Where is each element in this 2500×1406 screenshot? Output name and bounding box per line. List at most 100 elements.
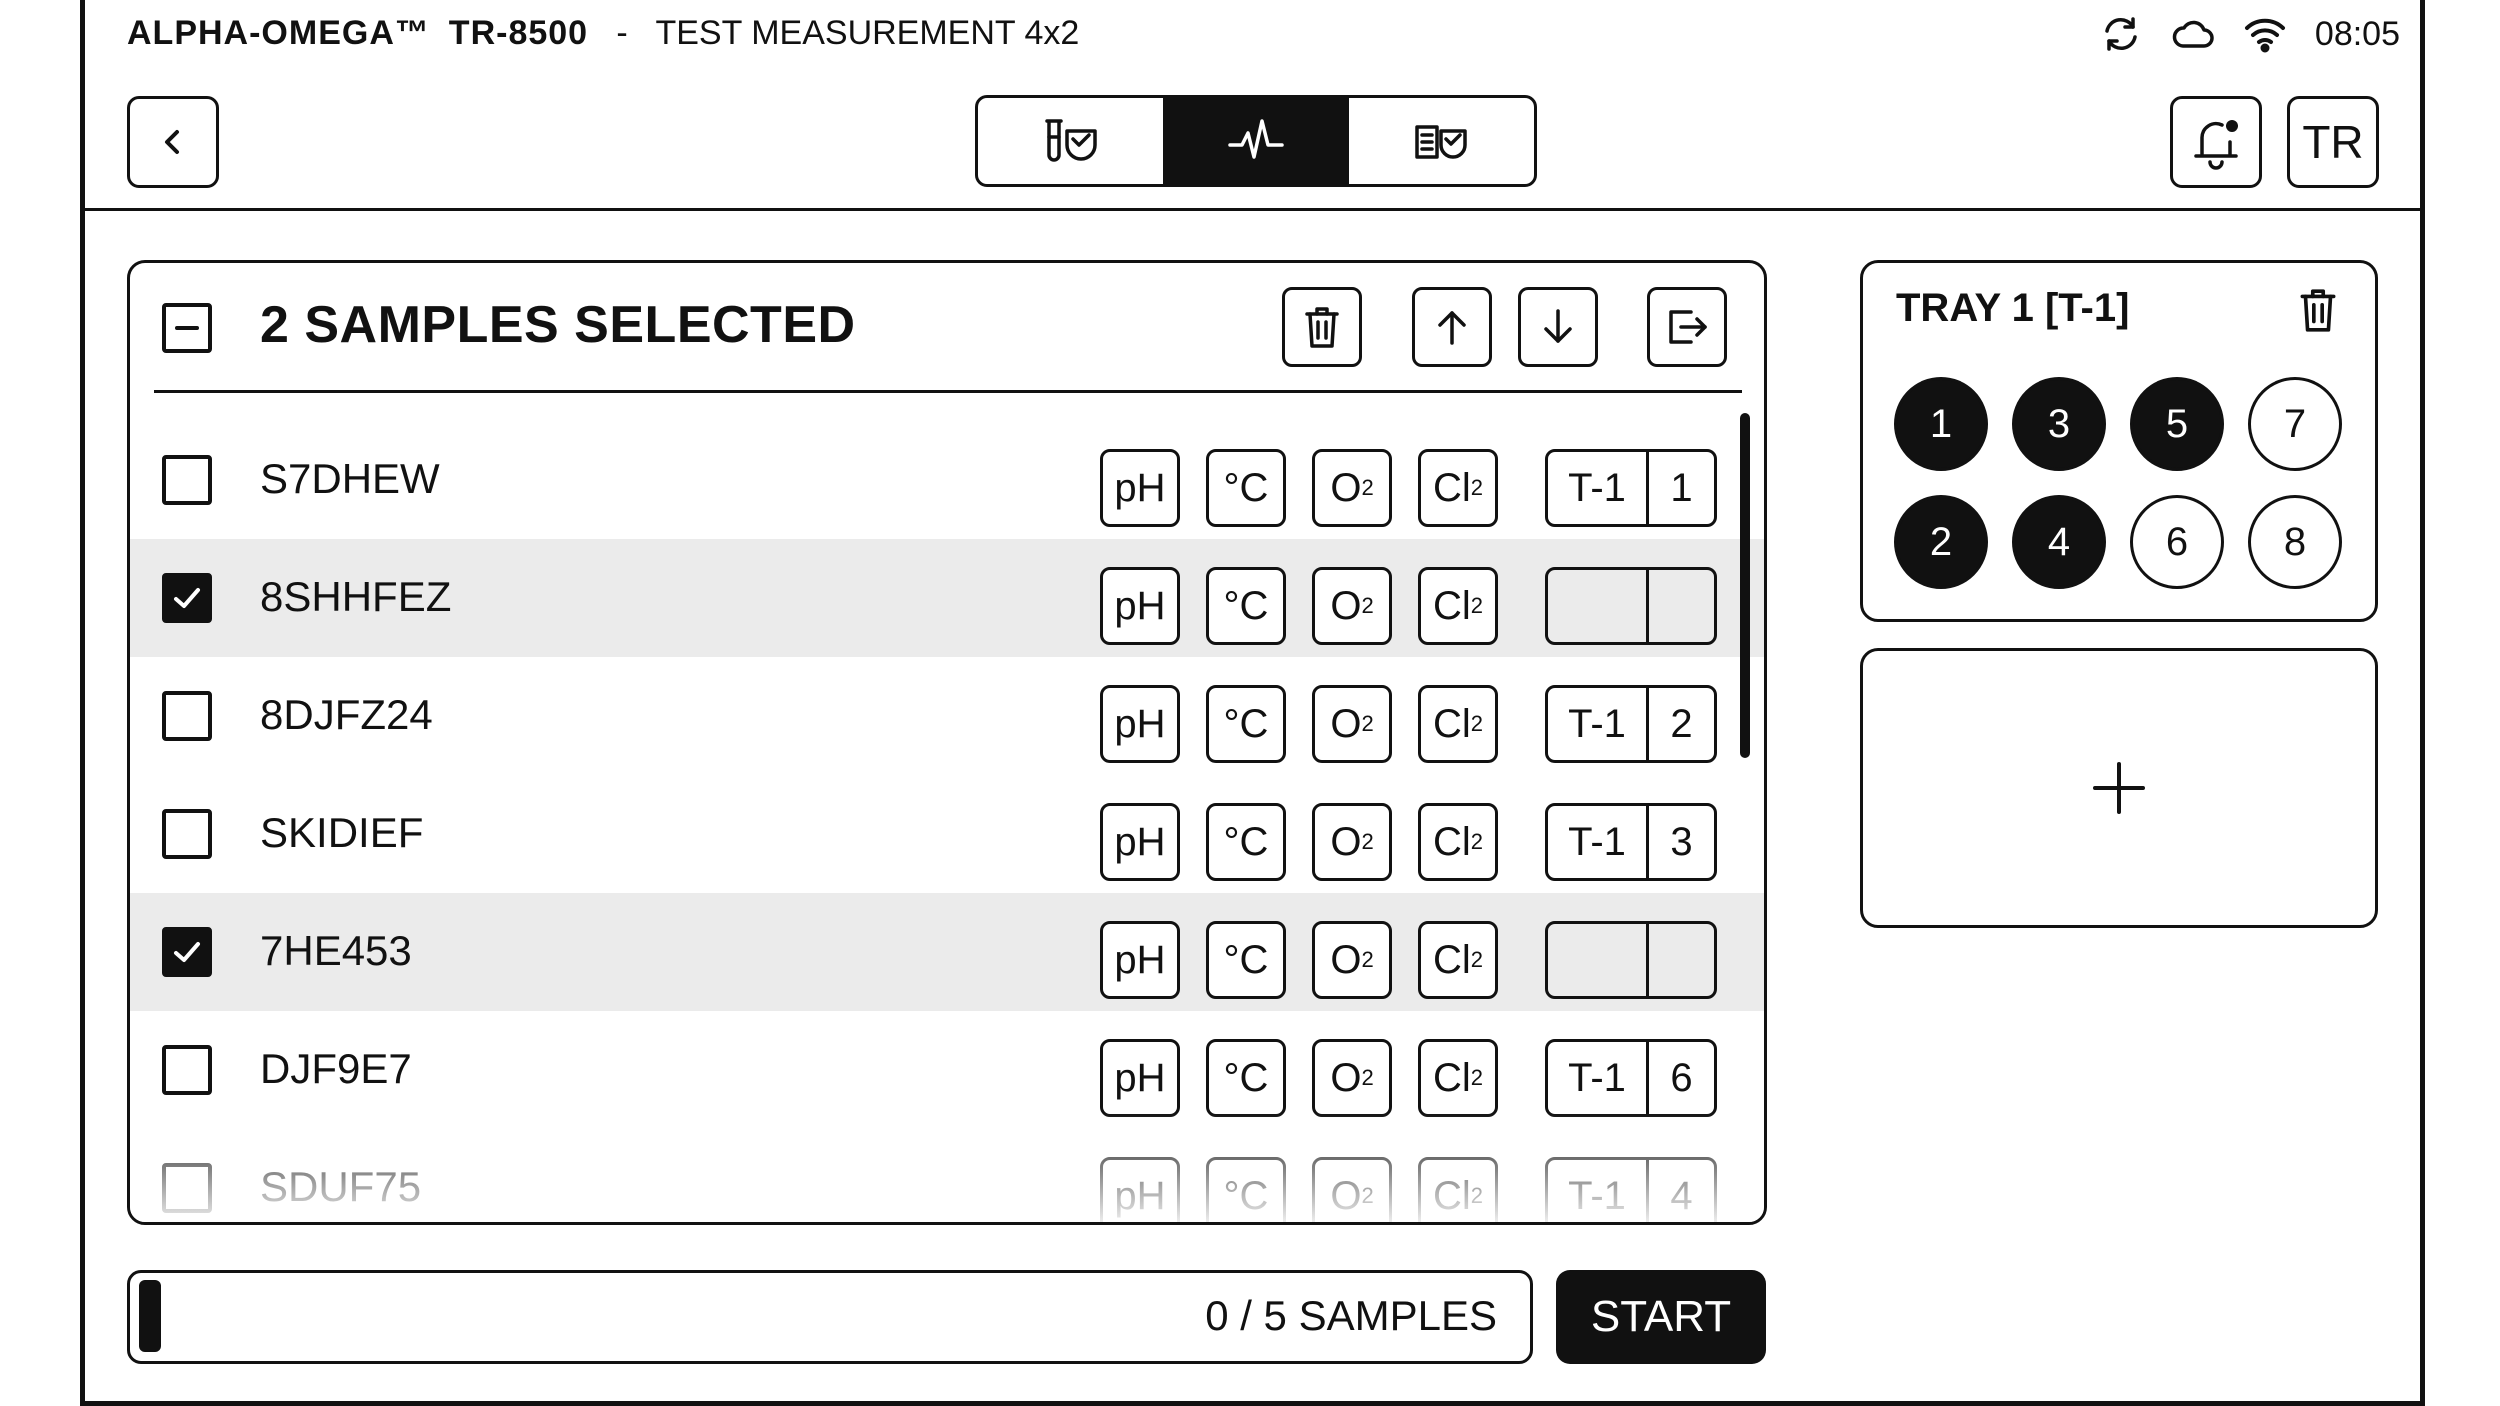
tab-samples[interactable]	[978, 98, 1163, 184]
sample-checkbox[interactable]	[162, 573, 212, 623]
wifi-icon	[2244, 18, 2285, 53]
param-subscript: 2	[1470, 947, 1484, 972]
sample-row[interactable]: 7HE453 pH °C O2 Cl 2	[130, 893, 1764, 1011]
start-button[interactable]: START	[1556, 1270, 1766, 1364]
param-ph-chip[interactable]: pH	[1100, 921, 1180, 999]
param-cl2-chip[interactable]: Cl 2	[1418, 567, 1498, 645]
slot-label: 1	[1670, 465, 1693, 510]
param-label: pH	[1114, 583, 1166, 628]
sample-checkbox[interactable]	[162, 455, 212, 505]
param-o2-chip[interactable]: O2	[1312, 567, 1392, 645]
sample-row[interactable]: 8DJFZ24 pH °C O2 Cl 2 T-1 2	[130, 657, 1764, 775]
param-ph-chip[interactable]: pH	[1100, 567, 1180, 645]
tab-measurement[interactable]	[1163, 98, 1349, 184]
model-name: TR-8500	[448, 14, 589, 52]
sample-checkbox[interactable]	[162, 927, 212, 977]
delete-selected-button[interactable]	[1282, 287, 1362, 367]
user-avatar-button[interactable]: TR	[2287, 96, 2379, 188]
tray-label: T-1	[1548, 806, 1649, 878]
param-o2-chip[interactable]: O2	[1312, 685, 1392, 763]
param-label: O	[1330, 701, 1362, 746]
param-cl2-chip[interactable]: Cl 2	[1418, 1039, 1498, 1117]
param-o2-chip[interactable]: O2	[1312, 803, 1392, 881]
move-down-button[interactable]	[1518, 287, 1598, 367]
tray-position[interactable]: T-1 3	[1545, 803, 1717, 881]
tray-label	[1548, 570, 1649, 642]
tab-results[interactable]	[1349, 98, 1534, 184]
tray-position[interactable]: T-1 4	[1545, 1157, 1717, 1222]
view-switcher	[975, 95, 1537, 187]
sample-checkbox[interactable]	[162, 809, 212, 859]
param-ph-chip[interactable]: pH	[1100, 685, 1180, 763]
tray-position[interactable]	[1545, 567, 1717, 645]
checkmark-icon	[174, 588, 200, 608]
param-subscript: 2	[1361, 475, 1374, 500]
param-temp-chip[interactable]: °C	[1206, 1157, 1286, 1222]
add-tray-button[interactable]	[1860, 648, 2378, 928]
tray-position[interactable]: T-1 6	[1545, 1039, 1717, 1117]
export-button[interactable]	[1647, 287, 1727, 367]
select-all-checkbox[interactable]	[162, 303, 212, 353]
param-label: O	[1330, 937, 1362, 982]
sample-row[interactable]: SDUF75 pH °C O2 Cl 2 T-1 4	[130, 1129, 1764, 1222]
chevron-left-icon	[165, 130, 179, 154]
tray-well[interactable]: 2	[1894, 495, 1988, 589]
sample-checkbox[interactable]	[162, 691, 212, 741]
trash-icon[interactable]	[2294, 286, 2342, 334]
slot-label	[1649, 570, 1714, 642]
param-subscript: 2	[1470, 711, 1484, 736]
param-label: pH	[1114, 1055, 1166, 1100]
sample-row[interactable]: DJF9E7 pH °C O2 Cl 2 T-1 6	[130, 1011, 1764, 1129]
tray-well[interactable]: 6	[2130, 495, 2224, 589]
param-temp-chip[interactable]: °C	[1206, 921, 1286, 999]
tray-well[interactable]: 4	[2012, 495, 2106, 589]
param-cl2-chip[interactable]: Cl 2	[1418, 449, 1498, 527]
test-name: TEST MEASUREMENT 4x2	[655, 14, 1080, 52]
tray-well[interactable]: 1	[1894, 377, 1988, 471]
slot-label: 2	[1670, 701, 1693, 746]
sample-row[interactable]: SKIDIEF pH °C O2 Cl 2 T-1 3	[130, 775, 1764, 893]
param-cl2-chip[interactable]: Cl 2	[1418, 921, 1498, 999]
tray-well[interactable]: 5	[2130, 377, 2224, 471]
tray-well[interactable]: 3	[2012, 377, 2106, 471]
sample-list-scrollbar[interactable]	[1740, 413, 1750, 758]
sample-row[interactable]: S7DHEW pH °C O2 Cl 2 T-1 1	[130, 421, 1764, 539]
tray-well[interactable]: 7	[2248, 377, 2342, 471]
tray-well[interactable]: 8	[2248, 495, 2342, 589]
notifications-button[interactable]	[2170, 96, 2262, 188]
tray-position[interactable]: T-1 2	[1545, 685, 1717, 763]
sample-row[interactable]: 8SHHFEZ pH °C O2 Cl 2	[130, 539, 1764, 657]
tray-position[interactable]: T-1 1	[1545, 449, 1717, 527]
param-temp-chip[interactable]: °C	[1206, 449, 1286, 527]
param-label: O	[1330, 1173, 1362, 1218]
param-subscript: 2	[1361, 947, 1374, 972]
move-up-button[interactable]	[1412, 287, 1492, 367]
param-ph-chip[interactable]: pH	[1100, 449, 1180, 527]
title-separator: -	[616, 14, 628, 52]
sample-id: 8DJFZ24	[260, 691, 433, 738]
param-ph-chip[interactable]: pH	[1100, 803, 1180, 881]
sample-checkbox[interactable]	[162, 1045, 212, 1095]
tray-label: T-1	[1548, 452, 1649, 524]
back-button[interactable]	[127, 96, 219, 188]
tray-position[interactable]	[1545, 921, 1717, 999]
param-temp-chip[interactable]: °C	[1206, 803, 1286, 881]
param-label: Cl	[1432, 937, 1471, 982]
param-temp-chip[interactable]: °C	[1206, 567, 1286, 645]
param-temp-chip[interactable]: °C	[1206, 685, 1286, 763]
slot-label	[1649, 924, 1714, 996]
param-ph-chip[interactable]: pH	[1100, 1157, 1180, 1222]
param-o2-chip[interactable]: O2	[1312, 1157, 1392, 1222]
param-ph-chip[interactable]: pH	[1100, 1039, 1180, 1117]
param-cl2-chip[interactable]: Cl 2	[1418, 685, 1498, 763]
param-subscript: 2	[1470, 593, 1484, 618]
param-cl2-chip[interactable]: Cl 2	[1418, 803, 1498, 881]
slot-label: 6	[1670, 1055, 1693, 1100]
param-o2-chip[interactable]: O2	[1312, 921, 1392, 999]
param-temp-chip[interactable]: °C	[1206, 1039, 1286, 1117]
sample-checkbox[interactable]	[162, 1163, 212, 1213]
param-o2-chip[interactable]: O2	[1312, 1039, 1392, 1117]
param-o2-chip[interactable]: O2	[1312, 449, 1392, 527]
param-cl2-chip[interactable]: Cl 2	[1418, 1157, 1498, 1222]
waveform-icon	[1228, 119, 1284, 159]
